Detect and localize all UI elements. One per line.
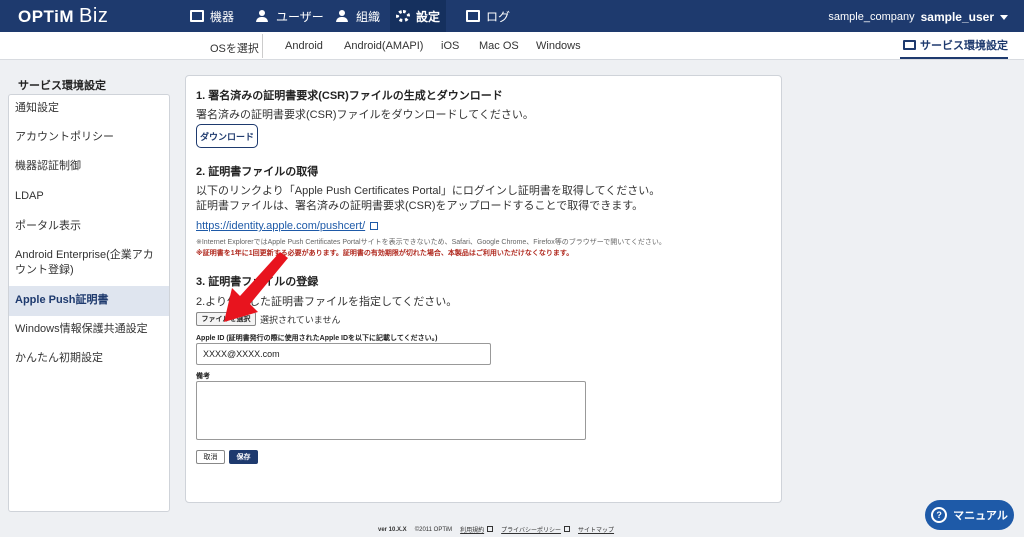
nav-item-label: ログ: [486, 9, 511, 24]
nav-item-label: 機器: [210, 9, 235, 24]
logo-optim-text: OPTiM: [18, 7, 75, 26]
sidebar-title: サービス環境設定: [18, 80, 106, 92]
optim-biz-logo[interactable]: OPTiM Biz: [18, 5, 108, 28]
top-nav-bar: OPTiM Biz 機器 ユーザー 組織 設定 ログ sample_company…: [0, 0, 1024, 32]
footer-link-privacy[interactable]: プライバシーポリシー: [501, 528, 561, 534]
cancel-button[interactable]: 取消: [196, 450, 225, 464]
sidebar-item-account-policy[interactable]: アカウントポリシー: [9, 130, 169, 145]
logo-biz-text: Biz: [79, 5, 109, 27]
os-select-bar: OSを選択 Android Android(AMAPI) iOS Mac OS …: [0, 32, 1024, 60]
nav-item-organization[interactable]: 組織: [336, 0, 380, 32]
service-settings-label: サービス環境設定: [920, 40, 1008, 52]
footer-link-privacy-row: プライバシーポリシー: [501, 525, 571, 534]
service-settings-button[interactable]: サービス環境設定: [903, 37, 1008, 53]
company-name: sample_company: [828, 11, 915, 23]
save-button[interactable]: 保存: [229, 450, 258, 464]
chevron-down-icon: [1000, 14, 1008, 20]
os-tab-android-amapi[interactable]: Android(AMAPI): [344, 40, 423, 52]
user-icon: [256, 10, 270, 22]
log-icon: [466, 10, 480, 22]
memo-label: 備考: [196, 373, 210, 380]
step2-desc1: 以下のリンクより「Apple Push Certificates Portal」…: [196, 185, 661, 197]
footer-link-terms[interactable]: 利用規約: [460, 528, 484, 534]
external-link-icon: [487, 526, 494, 532]
nav-item-log[interactable]: ログ: [466, 0, 510, 32]
annotation-arrow-icon: [224, 252, 288, 322]
question-icon: ?: [931, 507, 948, 523]
gear-icon: [395, 10, 410, 22]
step1-desc: 署名済みの証明書要求(CSR)ファイルをダウンロードしてください。: [196, 109, 534, 121]
os-tab-macos[interactable]: Mac OS: [479, 40, 519, 52]
nav-item-label: 設定: [415, 9, 440, 24]
copyright-text: ©2011 OPTiM: [414, 526, 453, 533]
footer: ver 10.X.X ©2011 OPTiM 利用規約 プライバシーポリシー サ…: [378, 525, 614, 534]
sidebar-item-notification[interactable]: 通知設定: [9, 101, 169, 116]
sidebar-item-windows-protection[interactable]: Windows情報保護共通設定: [9, 322, 169, 337]
nav-item-settings[interactable]: 設定: [390, 0, 446, 32]
pushcert-link-row: https://identity.apple.com/pushcert/: [196, 218, 379, 232]
sidebar-item-device-auth[interactable]: 機器認証制御: [9, 159, 169, 174]
footer-link-terms-row: 利用規約: [460, 525, 494, 534]
device-icon: [190, 10, 204, 22]
step2-title: 2. 証明書ファイルの取得: [196, 166, 319, 178]
account-menu[interactable]: sample_company sample_user: [828, 10, 1008, 24]
user-name: sample_user: [920, 10, 994, 24]
sidebar-item-android-enterprise[interactable]: Android Enterprise(企業アカウント登録): [9, 248, 169, 278]
nav-item-devices[interactable]: 機器: [190, 0, 242, 32]
footer-link-sitemap[interactable]: サイトマップ: [578, 525, 614, 534]
os-select-label: OSを選択: [210, 43, 259, 55]
os-tab-ios[interactable]: iOS: [441, 40, 459, 52]
sidebar-item-ldap[interactable]: LDAP: [9, 189, 169, 204]
browser-note: ※Internet ExplorerではApple Push Certifica…: [196, 239, 666, 246]
download-button[interactable]: ダウンロード: [196, 124, 258, 148]
divider: [262, 34, 263, 58]
manual-button[interactable]: ? マニュアル: [925, 500, 1014, 530]
external-link-icon: [564, 526, 571, 532]
os-tab-windows[interactable]: Windows: [536, 40, 581, 52]
sidebar-item-apple-push[interactable]: Apple Push証明書: [9, 286, 169, 316]
nav-item-label: 組織: [356, 9, 381, 24]
apple-id-label: Apple ID (証明書発行の際に使用されたApple IDを以下に記載してく…: [196, 335, 438, 342]
sidebar: 通知設定 アカウントポリシー 機器認証制御 LDAP ポータル表示 Androi…: [8, 94, 170, 512]
version-text: ver 10.X.X: [378, 526, 407, 533]
memo-textarea[interactable]: [196, 381, 586, 440]
pushcert-link[interactable]: https://identity.apple.com/pushcert/: [196, 220, 365, 232]
sidebar-item-easy-setup[interactable]: かんたん初期設定: [9, 351, 169, 366]
manual-label: マニュアル: [953, 510, 1008, 522]
os-tab-android[interactable]: Android: [285, 40, 323, 52]
step2-desc2: 証明書ファイルは、署名済みの証明書要求(CSR)をアップロードすることで取得でき…: [196, 200, 644, 212]
monitor-icon: [903, 40, 916, 50]
step1-title: 1. 署名済みの証明書要求(CSR)ファイルの生成とダウンロード: [196, 90, 503, 102]
organization-icon: [336, 10, 350, 22]
nav-item-users[interactable]: ユーザー: [256, 0, 324, 32]
nav-item-label: ユーザー: [276, 9, 324, 24]
sidebar-item-portal[interactable]: ポータル表示: [9, 219, 169, 234]
apple-id-input[interactable]: XXXX@XXXX.com: [196, 343, 491, 365]
external-link-icon: [370, 222, 379, 230]
active-tab-underline: [900, 57, 1008, 59]
